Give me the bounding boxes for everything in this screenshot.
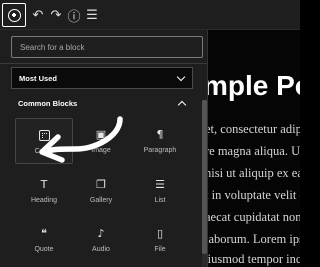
image-icon: ▣: [95, 127, 107, 141]
plus-circle-icon: [7, 8, 21, 22]
block-cover[interactable]: Cover: [15, 118, 73, 164]
block-heading[interactable]: T Heading: [15, 168, 73, 214]
post-title[interactable]: mple Pos: [203, 70, 300, 102]
file-icon: ▯: [156, 226, 164, 240]
block-list[interactable]: ☰ List: [131, 168, 189, 214]
most-used-label: Most Used: [19, 73, 57, 83]
cover-icon: [37, 128, 51, 142]
audio-icon: ♪: [97, 226, 105, 240]
block-gallery[interactable]: ❐ Gallery: [72, 168, 130, 214]
common-blocks-toggle[interactable]: Common Blocks: [0, 95, 200, 113]
block-quote[interactable]: ❝ Quote: [15, 217, 73, 263]
quote-icon: ❝: [41, 226, 47, 240]
info-icon: ⓘ: [67, 9, 81, 25]
list-icon: ☰: [155, 177, 165, 191]
chevron-down-icon: [176, 72, 186, 82]
block-image[interactable]: ▣ Image: [72, 118, 130, 164]
block-label: Gallery: [89, 197, 113, 204]
block-label: Heading: [30, 197, 58, 204]
block-label: Cover: [34, 148, 54, 155]
paragraph-icon: ¶: [156, 127, 164, 141]
redo-button[interactable]: ↷: [48, 3, 64, 27]
search-input[interactable]: [12, 37, 202, 57]
block-audio[interactable]: ♪ Audio: [72, 217, 130, 263]
gallery-icon: ❐: [96, 177, 106, 191]
paragraph-line: t in voluptate velit e: [205, 188, 300, 202]
block-label: File: [154, 246, 166, 253]
paragraph-line: nisi ut aliquip ex ea: [205, 166, 300, 180]
paragraph-line: aecat cupidatat non: [205, 210, 300, 224]
heading-icon: T: [40, 177, 48, 191]
most-used-dropdown[interactable]: Most Used: [11, 67, 193, 89]
undo-icon: ↶: [32, 7, 44, 23]
paragraph-line: laborum. Lorem ips: [205, 232, 300, 246]
info-button[interactable]: ⓘ: [66, 3, 82, 27]
block-label: Audio: [92, 246, 110, 253]
block-paragraph[interactable]: ¶ Paragraph: [131, 118, 189, 164]
divider: [0, 63, 207, 64]
common-blocks-label: Common Blocks: [18, 99, 78, 108]
editor-toolbar: ↶ ↷ ⓘ ☰: [0, 0, 300, 30]
block-label: List: [154, 197, 166, 204]
block-label: Quote: [34, 246, 54, 253]
block-label: Image: [91, 147, 111, 154]
scrollbar-thumb[interactable]: [202, 100, 207, 254]
list-view-icon: ☰: [86, 7, 98, 23]
paragraph-line: re magna aliqua. Ut: [205, 144, 300, 158]
list-view-button[interactable]: ☰: [84, 3, 100, 27]
block-inserter-panel: Most Used Common Blocks Cover ▣ Image ¶ …: [0, 30, 208, 267]
redo-icon: ↷: [50, 7, 62, 23]
block-search[interactable]: [11, 36, 203, 58]
block-inserter-toggle[interactable]: [2, 3, 26, 27]
inserter-scrollbar[interactable]: [202, 100, 207, 266]
chevron-up-icon: [177, 100, 187, 110]
paragraph-line: et, consectetur adipi: [205, 122, 300, 136]
block-file[interactable]: ▯ File: [131, 217, 189, 263]
block-label: Paragraph: [143, 147, 177, 154]
undo-button[interactable]: ↶: [30, 3, 46, 27]
